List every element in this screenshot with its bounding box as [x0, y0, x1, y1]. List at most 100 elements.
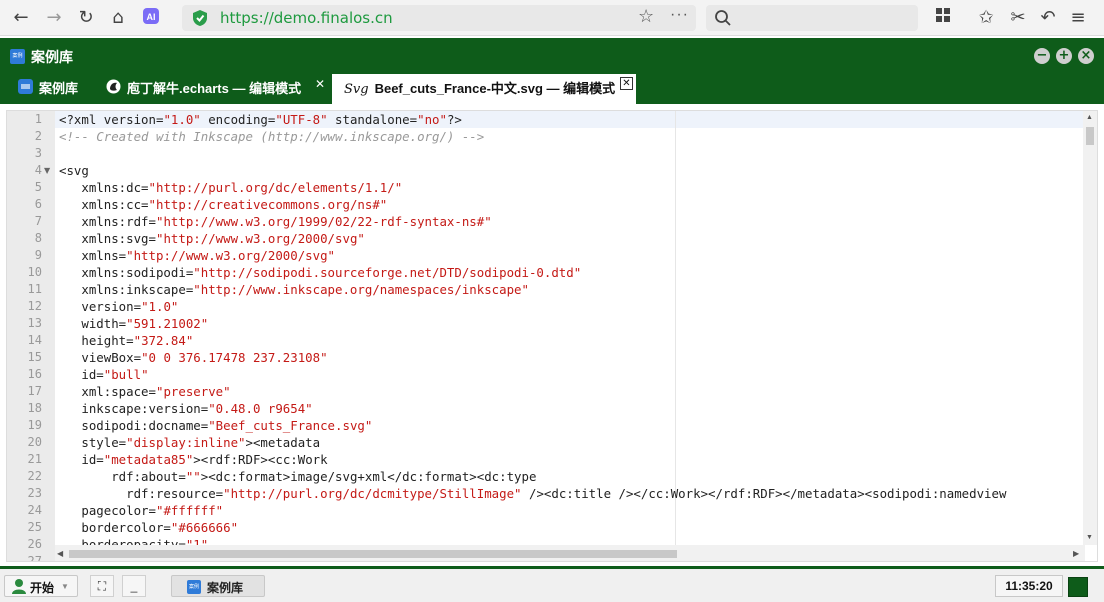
line-number: 15 [27, 350, 42, 364]
task-label: 案例库 [207, 581, 244, 595]
app-title: 案例库 [31, 49, 73, 65]
code-line[interactable]: rdf:about=""><dc:format>image/svg+xml</d… [59, 468, 536, 485]
code-line[interactable]: style="display:inline"><metadata [59, 434, 320, 451]
more-icon[interactable]: ··· [670, 6, 689, 24]
scroll-down-icon[interactable]: ▼ [1086, 534, 1093, 541]
code-line[interactable]: xmlns:rdf="http://www.w3.org/1999/02/22-… [59, 213, 491, 230]
code-line[interactable]: <!-- Created with Inkscape (http://www.i… [59, 128, 484, 145]
code-line[interactable]: xml:space="preserve" [59, 383, 230, 400]
fold-arrow-icon[interactable]: ▼ [44, 166, 50, 175]
line-number: 27 [27, 554, 42, 562]
scissors-icon[interactable]: ✂ [1007, 7, 1029, 29]
scroll-left-icon[interactable]: ◀ [57, 549, 63, 558]
code-line[interactable]: xmlns:inkscape="http://www.inkscape.org/… [59, 281, 529, 298]
scroll-thumb[interactable] [1086, 127, 1094, 145]
code-line[interactable]: xmlns="http://www.w3.org/2000/svg" [59, 247, 335, 264]
taskbar-item-case-library[interactable]: 案例 案例库 [171, 575, 265, 597]
code-line[interactable]: rdf:resource="http://purl.org/dc/dcmityp… [59, 485, 1006, 502]
tab-echarts-editor[interactable]: 庖丁解牛.echarts — 编辑模式 [106, 74, 301, 104]
vertical-scrollbar[interactable]: ▲ ▼ [1083, 111, 1097, 545]
minimize-button[interactable]: − [1034, 48, 1050, 64]
close-tab-icon[interactable]: ✕ [620, 77, 633, 90]
svg-file-icon: Svg [344, 81, 369, 97]
code-line[interactable]: <svg [59, 162, 89, 179]
back-icon[interactable]: ← [10, 7, 32, 29]
svg-text:AI: AI [147, 12, 156, 22]
code-line[interactable]: sodipodi:docname="Beef_cuts_France.svg" [59, 417, 372, 434]
star-icon[interactable]: ☆ [638, 6, 654, 27]
maximize-button[interactable]: + [1056, 48, 1072, 64]
shield-icon [193, 10, 207, 26]
line-number: 25 [27, 520, 42, 534]
minimize-all-icon[interactable]: _ [122, 575, 146, 597]
fullscreen-icon[interactable]: ⛶ [90, 575, 114, 597]
line-number: 2 [34, 129, 42, 143]
app-logo: 案例 [10, 49, 25, 64]
favorites-icon[interactable]: ✩ [975, 7, 997, 29]
tab-strip: 案例库 庖丁解牛.echarts — 编辑模式 ✕ Svg Beef_cuts_F… [0, 74, 1104, 104]
code-line[interactable]: xmlns:cc="http://creativecommons.org/ns#… [59, 196, 387, 213]
tab-label: Beef_cuts_France-中文.svg — 编辑模式 [374, 81, 616, 96]
home-icon[interactable]: ⌂ [107, 7, 129, 29]
apps-icon[interactable] [932, 7, 954, 29]
refresh-icon[interactable]: ↻ [75, 7, 97, 29]
url-text[interactable]: https://demo.finalos.cn [220, 9, 393, 27]
line-number: 17 [27, 384, 42, 398]
close-window-button[interactable]: × [1078, 48, 1094, 64]
line-number: 23 [27, 486, 42, 500]
line-number: 26 [27, 537, 42, 551]
line-number: 21 [27, 452, 42, 466]
code-line[interactable]: xmlns:sodipodi="http://sodipodi.sourcefo… [59, 264, 581, 281]
code-line[interactable]: id="metadata85"><rdf:RDF><cc:Work [59, 451, 327, 468]
line-number: 24 [27, 503, 42, 517]
echarts-icon [106, 75, 121, 105]
code-line[interactable]: xmlns:svg="http://www.w3.org/2000/svg" [59, 230, 364, 247]
code-line[interactable]: pagecolor="#ffffff" [59, 502, 223, 519]
line-number: 11 [27, 282, 42, 296]
tab-label: 案例库 [39, 81, 79, 96]
forward-icon[interactable]: → [43, 7, 65, 29]
line-number: 20 [27, 435, 42, 449]
scroll-up-icon[interactable]: ▲ [1086, 114, 1093, 121]
code-line[interactable]: inkscape:version="0.48.0 r9654" [59, 400, 312, 417]
scroll-thumb[interactable] [69, 550, 677, 558]
address-bar[interactable]: https://demo.finalos.cn ☆ ··· [182, 5, 696, 31]
search-box[interactable] [706, 5, 918, 31]
code-line[interactable]: version="1.0" [59, 298, 178, 315]
code-line[interactable]: width="591.21002" [59, 315, 208, 332]
code-line[interactable]: bordercolor="#666666" [59, 519, 238, 536]
line-number: 12 [27, 299, 42, 313]
tab-case-library[interactable]: 案例库 [18, 74, 78, 104]
ai-icon[interactable]: AI [140, 7, 162, 29]
menu-icon[interactable]: ≡ [1067, 7, 1089, 29]
line-number: 18 [27, 401, 42, 415]
app-header: 案例 案例库 − + × [0, 38, 1104, 74]
app-logo: 案例 [187, 580, 201, 594]
tab-svg-editor[interactable]: Svg Beef_cuts_France-中文.svg — 编辑模式 ✕ [332, 74, 636, 104]
code-line[interactable]: id="bull" [59, 366, 148, 383]
browser-toolbar: ← → ↻ ⌂ AI https://demo.finalos.cn ☆ ···… [0, 0, 1104, 36]
line-number: 8 [34, 231, 42, 245]
code-line[interactable]: viewBox="0 0 376.17478 237.23108" [59, 349, 327, 366]
line-number: 22 [27, 469, 42, 483]
undo-icon[interactable]: ↶ [1037, 7, 1059, 29]
show-desktop-button[interactable] [1068, 577, 1088, 597]
line-number: 4 [34, 163, 42, 177]
horizontal-scrollbar[interactable]: ◀ ▶ [55, 545, 1085, 561]
tab-label: 庖丁解牛.echarts — 编辑模式 [127, 81, 302, 96]
line-number: 7 [34, 214, 42, 228]
scroll-right-icon[interactable]: ▶ [1073, 549, 1079, 558]
line-number: 19 [27, 418, 42, 432]
chevron-down-icon: ▼ [61, 582, 69, 591]
code-line[interactable]: xmlns:dc="http://purl.org/dc/elements/1.… [59, 179, 402, 196]
close-tab-icon[interactable]: ✕ [315, 78, 325, 90]
code-line[interactable]: height="372.84" [59, 332, 193, 349]
code-line[interactable]: <?xml version="1.0" encoding="UTF-8" sta… [59, 111, 462, 128]
line-number: 3 [34, 146, 42, 160]
line-number: 14 [27, 333, 42, 347]
line-number: 6 [34, 197, 42, 211]
code-editor[interactable]: 1 <?xml version="1.0" encoding="UTF-8" st… [6, 110, 1098, 562]
line-number: 13 [27, 316, 42, 330]
print-margin [675, 111, 676, 545]
start-button[interactable]: 开始 ▼ [4, 575, 78, 597]
